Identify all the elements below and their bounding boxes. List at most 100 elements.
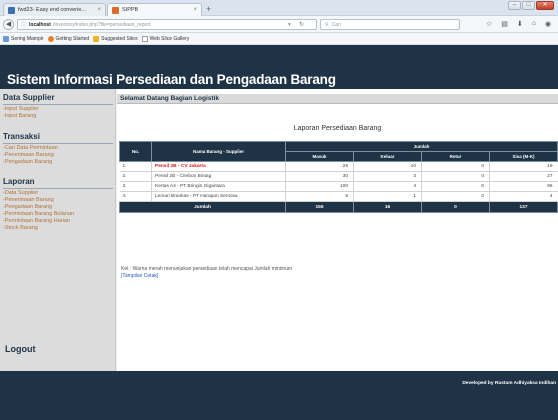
footer: Developed by Rustam Adhiyaksa Indihan (0, 371, 558, 420)
cell-keluar: 4 (353, 181, 422, 192)
print-view-link[interactable]: [Tampilan Cetak] (121, 273, 158, 279)
bookmark-label: Web Slice Gallery (149, 35, 190, 42)
header-retur: Retur (421, 151, 490, 162)
cell-retur: 0 (421, 181, 490, 192)
sidebar-link-permintaan-harian[interactable]: -Permintaan Barang Harian (3, 218, 70, 225)
page-favicon-icon (112, 6, 119, 14)
bookmarks-bar: Sering Mampir Getting Started Suggested … (0, 33, 558, 45)
header-masuk: Masuk (285, 151, 354, 162)
cell-sisa: 27 (489, 171, 558, 182)
header-no: No. (119, 141, 152, 162)
minimize-button[interactable]: – (508, 1, 521, 10)
header-sisa: Sisa (M-K) (488, 151, 558, 162)
divider (3, 188, 113, 189)
sidebar-link-cari-permintaan[interactable]: -Cari Data Permintaan (3, 145, 58, 152)
search-icon: ⚲ (325, 21, 329, 28)
header-name: Nama Barang - Supplier (151, 141, 286, 162)
toolbar-icons: ☆ ▤ ⬇ ⌂ ◉ ≡ (486, 20, 558, 28)
sidebar-link-input-barang[interactable]: -Input Barang (3, 113, 36, 120)
reload-icon[interactable]: ↻ (299, 21, 304, 28)
bookmark-star-icon[interactable]: ☆ (486, 20, 492, 28)
divider (3, 143, 113, 144)
bookmark-label: Getting Started (55, 35, 90, 42)
cell-no: 3. (119, 181, 152, 192)
search-box[interactable]: ⚲ Cari (320, 19, 460, 30)
cell-no: 4. (119, 191, 152, 202)
cell-keluar: 10 (353, 161, 422, 172)
home-icon[interactable]: ⌂ (532, 20, 536, 28)
web-slice-icon (141, 35, 148, 42)
download-icon[interactable]: ⬇ (517, 20, 523, 28)
cell-masuk: 29 (285, 161, 354, 172)
sidebar-link-pengadaan-barang[interactable]: -Pengadaan Barang (3, 159, 52, 166)
sidebar-section-laporan: Laporan (3, 177, 35, 186)
bookmark-item[interactable]: Sering Mampir (3, 35, 44, 42)
total-masuk: 155 (285, 201, 354, 213)
total-sisa: 137 (488, 201, 558, 213)
legend-note: Ket : Warna merah menunjukan persediaan … (121, 266, 293, 272)
sidebar: Data Supplier -Input Supplier -Input Bar… (0, 89, 116, 371)
sidebar-link-permintaan-bulanan[interactable]: -Permintaan Barang Bulanan (3, 211, 74, 218)
bookmark-item[interactable]: Suggested Sites (93, 35, 138, 42)
sidebar-link-laporan-penerimaan[interactable]: -Penerimaan Barang (3, 197, 54, 204)
table-row: 1. Pensil 2B - CV Jakarta 29 10 0 19 (119, 161, 558, 172)
welcome-header: Selamat Datang Bagian Logistik (117, 94, 558, 104)
bookmark-icon (3, 35, 9, 42)
browser-tab-2[interactable]: SIPPB × (107, 3, 202, 16)
url-path: /inventory/index.php?file=persediaan_rep… (52, 21, 151, 28)
cell-keluar: 3 (353, 171, 422, 182)
cell-sisa: 96 (489, 181, 558, 192)
logout-link[interactable]: Logout (5, 344, 36, 354)
page-favicon-icon (8, 6, 15, 14)
close-tab-icon[interactable]: × (193, 7, 197, 13)
new-tab-button[interactable]: + (206, 3, 211, 15)
close-tab-icon[interactable]: × (97, 7, 101, 13)
browser-tab-bar: fwd23- Easy end converie... × SIPPB × + … (0, 0, 558, 16)
cell-name: Pensil 2B - CV Jakarta (151, 161, 286, 172)
sidebar-section-transaksi: Transaksi (3, 132, 40, 141)
shield-icon[interactable]: ◉ (545, 20, 551, 28)
back-button[interactable]: ◀ (3, 19, 14, 30)
table-row: 4. Lemari Brankas - PT Harapan Sentosa 5… (119, 191, 558, 202)
cell-name: Pensil 2B - Cirebon Bintag (151, 171, 286, 182)
bookmark-label: Sering Mampir (11, 35, 44, 42)
bookmark-item[interactable]: Web Slice Gallery (141, 35, 190, 42)
cell-masuk: 5 (285, 191, 354, 202)
sidebar-link-laporan-supplier[interactable]: -Data Supplier (3, 190, 38, 197)
cell-masuk: 30 (285, 171, 354, 182)
table-row: 3. Kertas A4 - PT Bringin Gigantara 100 … (119, 181, 558, 192)
cell-retur: 0 (421, 171, 490, 182)
cell-no: 2. (119, 171, 152, 182)
divider (3, 104, 113, 105)
address-bar[interactable]: ⓘ localhost /inventory/index.php?file=pe… (17, 19, 317, 30)
table-row: 2. Pensil 2B - Cirebon Bintag 30 3 0 27 (119, 171, 558, 182)
app-header: Sistem Informasi Persediaan dan Pengadaa… (0, 45, 558, 89)
maximize-button[interactable]: □ (522, 1, 535, 10)
footer-credit: Developed by Rustam Adhiyaksa Indihan (462, 381, 556, 386)
browser-nav-bar: ◀ ⓘ localhost /inventory/index.php?file=… (0, 16, 558, 33)
close-window-button[interactable]: ✕ (536, 1, 554, 10)
window-controls: – □ ✕ (508, 1, 554, 10)
table-total-row: Jumlah 155 16 0 137 (119, 201, 558, 213)
bookmark-item[interactable]: Getting Started (47, 35, 90, 42)
cell-name: Lemari Brankas - PT Harapan Sentosa (151, 191, 286, 202)
tab-label: fwd23- Easy end converie... (18, 7, 86, 13)
cell-retur: 0 (421, 191, 490, 202)
inventory-table: No. Nama Barang - Supplier Jumlah Masuk … (119, 141, 558, 213)
dropdown-icon[interactable]: ▼ (287, 22, 292, 28)
cell-sisa: 4 (489, 191, 558, 202)
total-label: Jumlah (119, 201, 286, 213)
browser-tab-1[interactable]: fwd23- Easy end converie... × (3, 3, 106, 16)
tab-label: SIPPB (122, 7, 139, 13)
cell-name: Kertas A4 - PT Bringin Gigantara (151, 181, 286, 192)
main-content: Selamat Datang Bagian Logistik Laporan P… (117, 89, 558, 371)
header-jumlah: Jumlah (284, 141, 558, 152)
total-keluar: 16 (353, 201, 422, 213)
url-host: localhost (29, 21, 51, 28)
sidebar-link-input-supplier[interactable]: -Input Supplier (3, 106, 39, 113)
sidebar-link-penerimaan-barang[interactable]: -Penerimaan Barang (3, 152, 54, 159)
suggested-sites-icon (93, 35, 100, 42)
clipboard-icon[interactable]: ▤ (501, 20, 508, 28)
sidebar-link-stock-barang[interactable]: -Stock Barang (3, 225, 38, 232)
sidebar-link-laporan-pengadaan[interactable]: -Pengadaan Barang (3, 204, 52, 211)
